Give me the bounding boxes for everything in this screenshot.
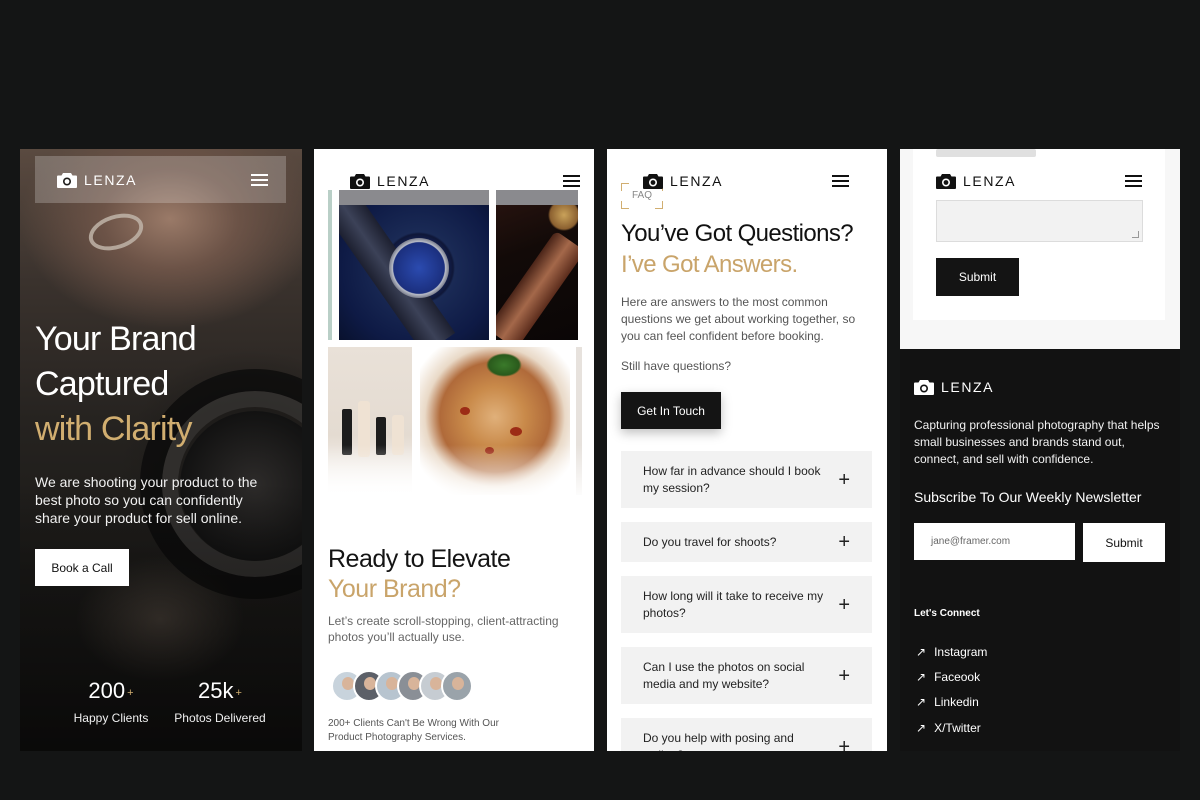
connect-heading: Let's Connect	[914, 608, 980, 619]
faq-item[interactable]: Do you help with posing and styling? +	[621, 718, 872, 751]
logo-text: LENZA	[670, 173, 724, 189]
camera-icon	[350, 174, 370, 189]
gallery-image-overlap	[339, 190, 489, 205]
navbar: LENZA	[643, 173, 849, 189]
navbar: LENZA	[350, 173, 580, 189]
menu-icon[interactable]	[563, 175, 580, 187]
logo[interactable]: LENZA	[350, 173, 430, 189]
gallery-image-lipstick	[496, 190, 578, 340]
hero-screen: LENZA Your Brand Captured with Clarity W…	[20, 149, 302, 751]
faq-tag-label: FAQ	[632, 190, 653, 201]
hero-title-line2: Captured	[35, 365, 169, 403]
client-avatars	[331, 670, 473, 702]
faq-question: How far in advance should I book my sess…	[643, 463, 821, 495]
faq-question: Do you help with posing and styling?	[643, 730, 794, 752]
logo[interactable]: LENZA	[643, 173, 723, 189]
camera-icon	[643, 174, 663, 189]
faq-question: Do you travel for shoots?	[643, 534, 777, 549]
book-call-button[interactable]: Book a Call	[35, 549, 129, 586]
menu-icon[interactable]	[832, 175, 849, 187]
footer-logo[interactable]: LENZA	[914, 379, 994, 395]
faq-title-line1: You’ve Got Questions?	[621, 220, 854, 247]
arrow-up-right-icon: ↗	[916, 721, 927, 735]
stat-suffix: +	[127, 687, 134, 699]
social-link-twitter[interactable]: ↗ X/Twitter	[916, 721, 981, 735]
logo-text: LENZA	[84, 171, 138, 188]
hero-title-line3: with Clarity	[35, 410, 192, 448]
form-label-ghost	[936, 149, 1036, 157]
social-link-linkedin[interactable]: ↗ Linkedin	[916, 695, 979, 709]
gallery-image-overlap	[496, 190, 578, 205]
stat-label: Photos Delivered	[174, 711, 266, 725]
menu-icon[interactable]	[1125, 175, 1142, 187]
cta-description: Let’s create scroll-stopping, client-att…	[328, 614, 559, 644]
plus-icon[interactable]: +	[838, 470, 850, 490]
social-link-label: Faceook	[934, 670, 981, 684]
social-link-label: Instagram	[934, 645, 988, 659]
faq-item[interactable]: How long will it take to receive my phot…	[621, 576, 872, 633]
social-link-label: Linkedin	[934, 695, 979, 709]
arrow-up-right-icon: ↗	[916, 670, 927, 684]
footer-screen: LENZA Submit LENZA Capturing professiona…	[900, 149, 1180, 751]
footer-description: Capturing professional photography that …	[914, 418, 1160, 466]
camera-icon	[57, 172, 77, 188]
stat-value: 25k	[198, 678, 234, 703]
faq-title-line2: I’ve Got Answers.	[621, 251, 798, 278]
plus-icon[interactable]: +	[838, 666, 850, 686]
portfolio-screen: LENZA Ready to Elevate Your Brand? Let’s…	[314, 149, 594, 751]
hero-title-line1: Your Brand	[35, 320, 197, 358]
faq-item[interactable]: How far in advance should I book my sess…	[621, 451, 872, 508]
logo-text: LENZA	[963, 173, 1017, 189]
newsletter-heading: Subscribe To Our Weekly Newsletter	[914, 489, 1142, 505]
faq-question: How long will it take to receive my phot…	[643, 588, 824, 620]
stat-happy-clients: 200 + Happy Clients	[56, 678, 166, 726]
arrow-up-right-icon: ↗	[916, 695, 927, 709]
gallery-image-watch	[339, 190, 489, 340]
logo[interactable]: LENZA	[57, 172, 137, 188]
cta-title-line2: Your Brand?	[328, 575, 461, 603]
avatar	[441, 670, 473, 702]
faq-question: Can I use the photos on social media and…	[643, 659, 805, 691]
camera-icon	[936, 174, 956, 189]
faq-item[interactable]: Can I use the photos on social media and…	[621, 647, 872, 704]
cta-title-line1: Ready to Elevate	[328, 545, 511, 573]
logo-text: LENZA	[941, 379, 995, 395]
still-questions-text: Still have questions?	[621, 359, 732, 373]
plus-icon[interactable]: +	[838, 737, 850, 752]
navbar: LENZA	[35, 156, 286, 203]
logo-text: LENZA	[377, 173, 431, 189]
stat-photos-delivered: 25k + Photos Delivered	[170, 678, 270, 726]
hero-subtitle: We are shooting your product to the best…	[35, 474, 258, 526]
logo[interactable]: LENZA	[936, 173, 1016, 189]
faq-title: You’ve Got Questions? I’ve Got Answers.	[621, 218, 854, 280]
gallery-fade	[314, 445, 594, 500]
menu-icon[interactable]	[251, 173, 268, 186]
social-link-label: X/Twitter	[934, 721, 981, 735]
message-textarea[interactable]	[936, 200, 1143, 242]
faq-item[interactable]: Do you travel for shoots? +	[621, 522, 872, 562]
gallery-edge-image	[328, 190, 332, 340]
stat-label: Happy Clients	[73, 711, 149, 725]
plus-icon[interactable]: +	[838, 595, 850, 615]
email-input[interactable]: jane@framer.com	[914, 523, 1075, 560]
clients-footnote: 200+ Clients Can't Be Wrong With Our Pro…	[328, 718, 499, 743]
social-link-facebook[interactable]: ↗ Faceook	[916, 670, 980, 684]
stat-suffix: +	[235, 687, 242, 699]
camera-icon	[914, 380, 934, 395]
arrow-up-right-icon: ↗	[916, 645, 927, 659]
navbar: LENZA	[936, 173, 1142, 189]
cta-title: Ready to Elevate Your Brand?	[328, 544, 511, 604]
social-link-instagram[interactable]: ↗ Instagram	[916, 645, 987, 659]
get-in-touch-button[interactable]: Get In Touch	[621, 392, 721, 429]
stat-value: 200	[88, 678, 126, 703]
hero-title: Your Brand Captured with Clarity	[35, 317, 197, 452]
form-submit-button[interactable]: Submit	[936, 258, 1019, 296]
mockup-stage: LENZA Your Brand Captured with Clarity W…	[0, 0, 1200, 800]
newsletter-submit-button[interactable]: Submit	[1083, 523, 1165, 562]
faq-description: Here are answers to the most common ques…	[621, 295, 856, 343]
faq-screen: FAQ LENZA You’ve Got Questions? I’ve Got…	[607, 149, 887, 751]
plus-icon[interactable]: +	[838, 532, 850, 552]
